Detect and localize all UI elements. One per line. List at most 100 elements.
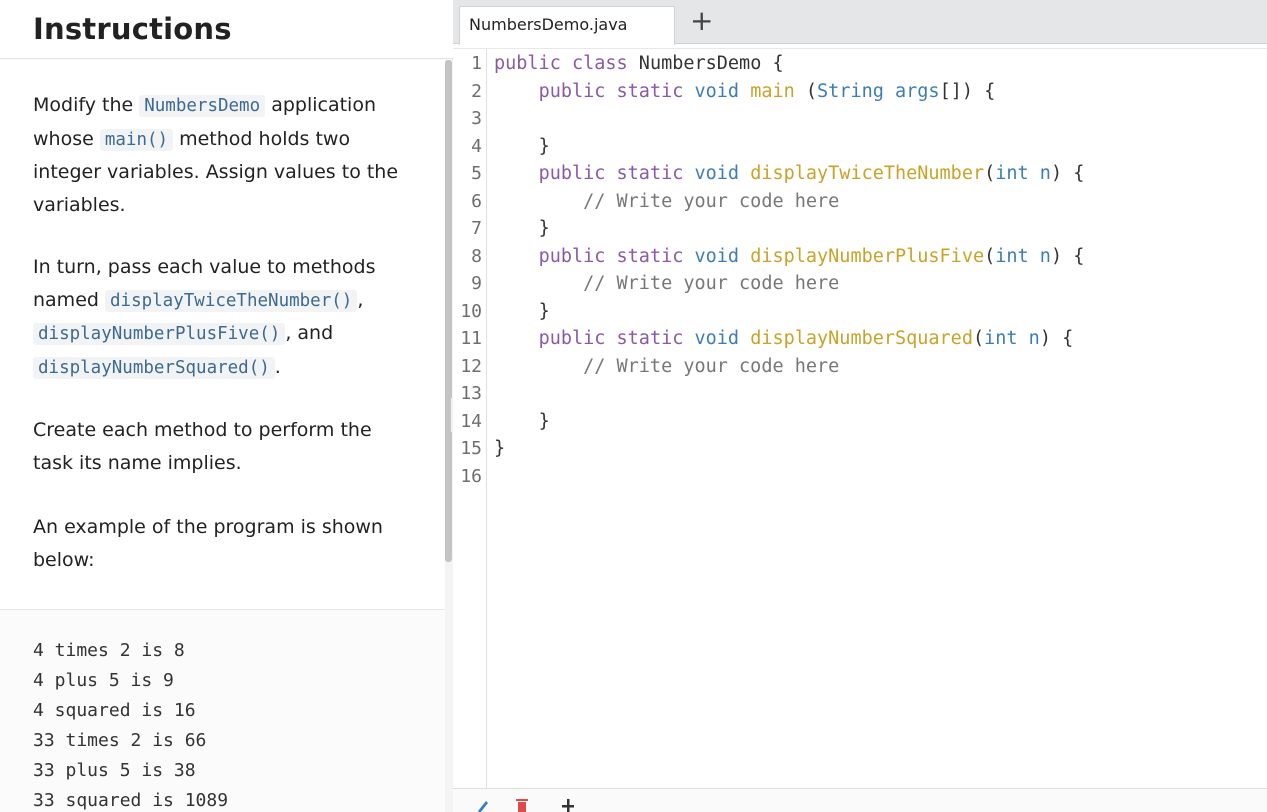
line-number: 5: [471, 163, 482, 184]
parameter: n: [1028, 245, 1051, 267]
line-number: 11: [460, 328, 482, 349]
code-text: ) {: [1050, 163, 1085, 184]
code-line-8[interactable]: public static void displayNumberPlusFive…: [494, 243, 1085, 271]
keyword: public: [494, 53, 561, 74]
code-text: }: [538, 135, 550, 157]
output-line: 33 plus 5 is 38: [33, 760, 196, 781]
code-line-11[interactable]: public static void displayNumberSquared(…: [494, 325, 1074, 353]
line-number: 2: [471, 80, 482, 102]
keyword: class: [571, 53, 628, 74]
code-line-1[interactable]: public class NumbersDemo {: [494, 50, 784, 78]
keyword: static: [616, 80, 684, 102]
type: int: [995, 245, 1029, 267]
line-number: 12: [460, 355, 482, 377]
code-line-15[interactable]: }: [494, 435, 505, 463]
output-line: 33 times 2 is 66: [33, 730, 207, 751]
instruction-paragraph-1: Modify the NumbersDemo application whose…: [33, 89, 413, 221]
output-line: 4 times 2 is 8: [33, 640, 185, 661]
line-number: 7: [471, 218, 482, 239]
code-line-9[interactable]: // Write your code here: [494, 270, 839, 298]
line-number: 10: [460, 300, 482, 322]
keyword: public: [538, 163, 606, 184]
code-line-10[interactable]: }: [494, 298, 550, 326]
line-number: 13: [460, 383, 482, 404]
comment: // Write your code here: [583, 355, 840, 377]
code-text: []) {: [939, 80, 996, 102]
inline-code-displaynumbersquared: displayNumberSquared(): [33, 356, 275, 379]
instructions-body: Modify the NumbersDemo application whose…: [0, 60, 445, 610]
instruction-paragraph-3: Create each method to perform the task i…: [33, 419, 372, 474]
code-text: (: [984, 163, 996, 184]
type: void: [694, 245, 740, 267]
line-number: 1: [471, 53, 482, 74]
editor-toolbar: [453, 788, 1267, 812]
code-line-5[interactable]: public static void displayTwiceTheNumber…: [494, 160, 1085, 188]
line-number: 9: [471, 273, 482, 294]
code-text: ) {: [1039, 328, 1074, 349]
keyword: public: [538, 328, 606, 349]
editor-tab-bar: NumbersDemo.java +: [453, 0, 1267, 45]
code-line-6[interactable]: // Write your code here: [494, 188, 839, 216]
inline-code-displaynumberplusfive: displayNumberPlusFive(): [33, 323, 286, 345]
output-line: 4 plus 5 is 9: [33, 670, 174, 691]
type: int: [984, 328, 1018, 349]
plus-icon[interactable]: [561, 797, 575, 812]
code-line-14[interactable]: }: [494, 408, 550, 436]
method-name: displayNumberSquared: [750, 328, 973, 349]
method-name: displayTwiceTheNumber: [750, 163, 985, 184]
inline-code-displaytwicethenumber: displayTwiceTheNumber(): [105, 289, 358, 312]
tab-label: NumbersDemo.java: [469, 15, 628, 34]
text: Modify the: [33, 94, 134, 116]
code-text: (: [972, 328, 985, 349]
instructions-panel: Instructions Modify the NumbersDemo appl…: [0, 0, 453, 812]
line-number: 6: [471, 190, 482, 212]
code-text: (: [794, 80, 818, 102]
keyword: public: [538, 245, 606, 267]
inline-code-numbersdemo: NumbersDemo: [139, 95, 266, 117]
code-text: NumbersDemo {: [627, 53, 784, 74]
line-number: 14: [460, 410, 482, 432]
instruction-paragraph-4: An example of the program is shown below…: [33, 516, 383, 571]
parameter: n: [1028, 163, 1051, 184]
instructions-scrollbar-thumb[interactable]: [445, 60, 452, 562]
line-number: 15: [460, 438, 482, 459]
pencil-icon[interactable]: [475, 797, 489, 812]
line-number: 16: [460, 465, 482, 487]
tab-numbersdemo-java[interactable]: NumbersDemo.java: [459, 6, 675, 45]
type: void: [694, 80, 740, 102]
code-text: ) {: [1050, 245, 1085, 267]
type: void: [694, 163, 740, 184]
inline-code-main: main(): [99, 128, 174, 151]
code-text: }: [494, 438, 506, 459]
type: void: [694, 328, 740, 349]
instructions-title: Instructions: [33, 12, 232, 46]
parameter: args: [895, 80, 940, 102]
trash-icon[interactable]: [515, 797, 529, 812]
code-line-7[interactable]: }: [494, 215, 550, 243]
code-line-2[interactable]: public static void main (String args[]) …: [494, 78, 996, 106]
instructions-header: Instructions: [0, 0, 453, 59]
code-text: }: [538, 300, 550, 322]
code-line-4[interactable]: }: [494, 133, 550, 161]
code-text: (: [984, 245, 996, 267]
code-text: }: [538, 410, 550, 432]
text: , and: [285, 322, 334, 344]
keyword: static: [616, 328, 684, 349]
comment: // Write your code here: [583, 190, 840, 212]
method-name: displayNumberPlusFive: [750, 245, 985, 267]
line-number: 3: [471, 108, 482, 129]
comment: // Write your code here: [583, 273, 840, 294]
output-line: 33 squared is 1089: [33, 790, 229, 811]
text: ,: [357, 288, 364, 311]
output-line: 4 squared is 16: [33, 700, 196, 721]
text: .: [274, 355, 281, 378]
instruction-paragraph-2: In turn, pass each value to methods name…: [33, 251, 413, 384]
example-output: 4 times 2 is 8 4 plus 5 is 9 4 squared i…: [33, 636, 228, 812]
type: String: [817, 80, 884, 102]
code-editor[interactable]: 1 2 3 4 5 6 7 8 9 10 11 12 13 14 15 16 p…: [453, 48, 1267, 789]
line-number-gutter: 1 2 3 4 5 6 7 8 9 10 11 12 13 14 15 16: [453, 49, 487, 789]
type: int: [995, 163, 1029, 184]
add-file-button[interactable]: +: [690, 4, 713, 38]
code-line-12[interactable]: // Write your code here: [494, 353, 839, 381]
